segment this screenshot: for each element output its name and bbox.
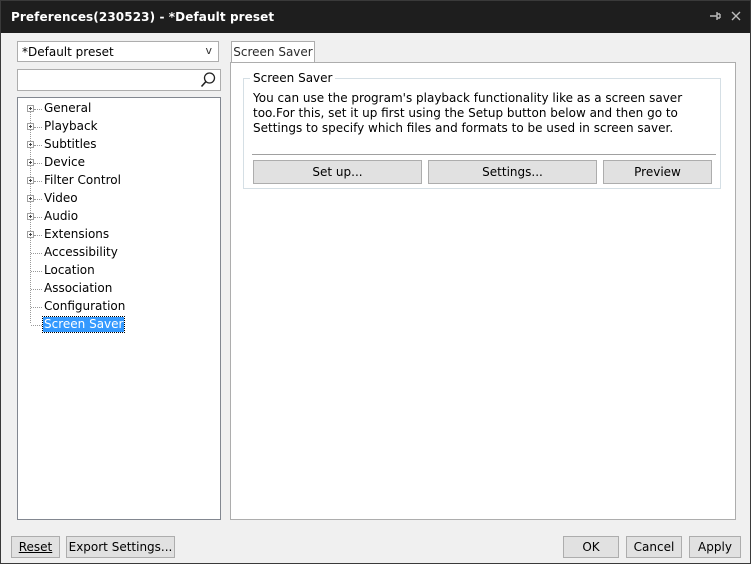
tree-connector — [31, 271, 42, 272]
separator — [252, 154, 716, 155]
close-icon[interactable] — [728, 8, 744, 24]
chevron-down-icon: v — [205, 44, 212, 57]
expand-icon[interactable] — [27, 159, 34, 166]
tab-page: Screen Saver You can use the program's p… — [230, 62, 736, 520]
tree-item-configuration[interactable]: Configuration — [18, 298, 218, 316]
expand-icon[interactable] — [27, 213, 34, 220]
expand-icon[interactable] — [27, 231, 34, 238]
apply-button[interactable]: Apply — [689, 536, 741, 558]
tree-item-extensions[interactable]: Extensions — [18, 226, 218, 244]
group-label: Screen Saver — [250, 71, 336, 85]
window-title: Preferences(230523) - *Default preset — [11, 10, 275, 24]
tree-connector — [34, 127, 42, 128]
cancel-button[interactable]: Cancel — [626, 536, 682, 558]
tree-item-label: Subtitles — [44, 137, 97, 151]
tab-screen-saver[interactable]: Screen Saver — [231, 41, 315, 63]
tree-connector — [31, 289, 42, 290]
tree-connector — [34, 109, 42, 110]
expand-icon[interactable] — [27, 105, 34, 112]
tree-connector — [34, 217, 42, 218]
tree-item-label: Playback — [44, 119, 98, 133]
tree-item-filter-control[interactable]: Filter Control — [18, 172, 218, 190]
search-icon[interactable] — [199, 71, 217, 89]
screen-saver-group: Screen Saver You can use the program's p… — [243, 71, 721, 189]
preferences-tree[interactable]: General Playback Subtitles Device Filter Con… — [17, 97, 221, 520]
preset-dropdown[interactable]: *Default preset v — [17, 41, 219, 62]
setup-button[interactable]: Set up... — [253, 160, 422, 184]
tree-item-label: Accessibility — [44, 245, 118, 259]
preview-button[interactable]: Preview — [603, 160, 712, 184]
settings-button[interactable]: Settings... — [428, 160, 597, 184]
ok-button[interactable]: OK — [563, 536, 619, 558]
tree-item-audio[interactable]: Audio — [18, 208, 218, 226]
tree-item-label: Association — [44, 281, 113, 295]
tree-item-screen-saver[interactable]: Screen Saver — [18, 316, 218, 334]
pin-icon[interactable] — [707, 8, 723, 24]
tree-item-video[interactable]: Video — [18, 190, 218, 208]
expand-icon[interactable] — [27, 195, 34, 202]
tree-connector — [34, 145, 42, 146]
preset-value: *Default preset — [22, 45, 114, 59]
preferences-window: Preferences(230523) - *Default preset *D… — [0, 0, 751, 564]
tree-connector — [34, 181, 42, 182]
tree-item-label: Filter Control — [44, 173, 121, 187]
reset-button[interactable]: Reset — [11, 536, 60, 558]
tree-item-label: Extensions — [44, 227, 110, 241]
expand-icon[interactable] — [27, 141, 34, 148]
tree-item-association[interactable]: Association — [18, 280, 218, 298]
dialog-body: *Default preset v General Playback Subtitl… — [1, 33, 750, 563]
tree-item-device[interactable]: Device — [18, 154, 218, 172]
title-bar[interactable]: Preferences(230523) - *Default preset — [1, 1, 750, 33]
tree-connector — [31, 253, 42, 254]
tree-item-subtitles[interactable]: Subtitles — [18, 136, 218, 154]
tree-item-location[interactable]: Location — [18, 262, 218, 280]
tree-connector — [34, 199, 42, 200]
description-text: You can use the program's playback funct… — [253, 91, 683, 135]
tree-item-label: Screen Saver — [41, 316, 126, 333]
tree-item-general[interactable]: General — [18, 100, 218, 118]
tree-item-accessibility[interactable]: Accessibility — [18, 244, 218, 262]
tree-connector — [31, 307, 42, 308]
tree-item-label: Configuration — [44, 299, 126, 313]
expand-icon[interactable] — [27, 177, 34, 184]
search-input[interactable] — [17, 69, 221, 91]
tree-connector — [34, 235, 42, 236]
export-settings-button[interactable]: Export Settings... — [66, 536, 175, 558]
tree-item-label: Audio — [44, 209, 79, 223]
tree-connector — [31, 325, 42, 326]
tree-item-playback[interactable]: Playback — [18, 118, 218, 136]
tree-item-label: General — [44, 101, 92, 115]
tree-item-label: Device — [44, 155, 86, 169]
tree-connector — [34, 163, 42, 164]
tree-item-label: Video — [44, 191, 78, 205]
expand-icon[interactable] — [27, 123, 34, 130]
tree-item-label: Location — [44, 263, 95, 277]
